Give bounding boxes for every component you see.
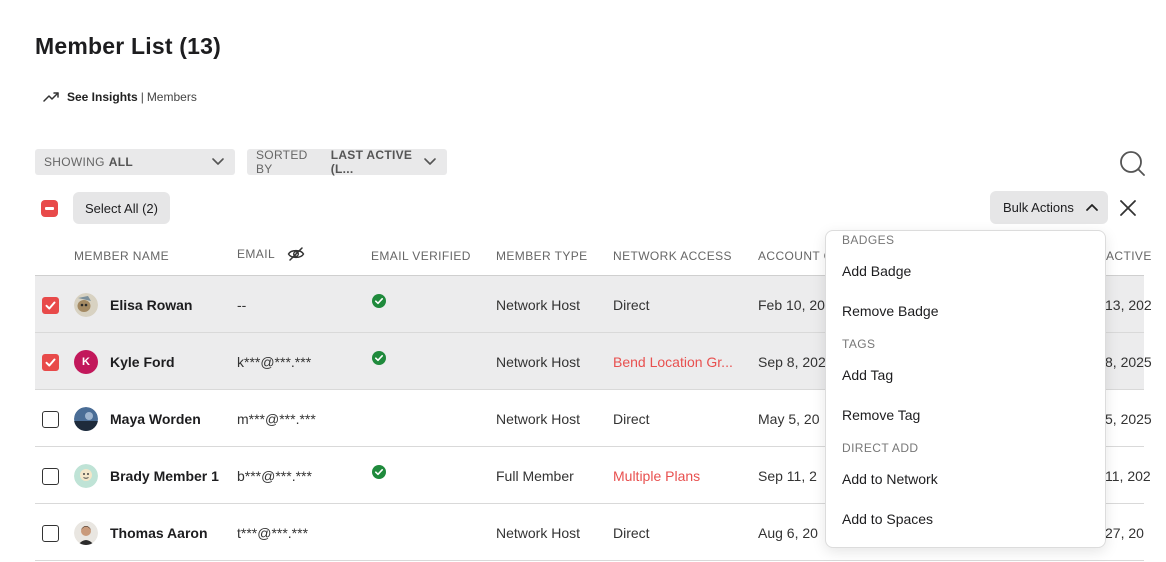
member-name[interactable]: Thomas Aaron [110,525,208,541]
check-circle-icon [372,294,386,308]
menu-section-direct-add: DIRECT ADD [842,441,919,455]
bulk-actions-menu: BADGES Add Badge Remove Badge TAGS Add T… [825,230,1106,548]
row-checkbox[interactable] [42,411,59,428]
member-email: b***@***.*** [237,468,312,484]
network-access: Direct [613,525,650,541]
page-title: Member List (13) [35,33,221,59]
network-access-link[interactable]: Multiple Plans [613,468,700,484]
member-name[interactable]: Elisa Rowan [110,297,192,313]
eye-off-icon[interactable] [287,246,305,262]
account-created: Sep 11, 2 [758,468,817,484]
avatar [74,407,98,431]
avatar [74,521,98,545]
insights-breadcrumb: See Insights | Members [43,90,197,104]
avatar: K [74,350,98,374]
close-icon[interactable] [1117,197,1139,219]
row-checkbox[interactable] [42,297,59,314]
trend-up-icon [43,92,59,102]
avatar [74,293,98,317]
last-active: 8, 2025 [1105,354,1152,370]
row-checkbox[interactable] [42,468,59,485]
sort-value: LAST ACTIVE (L... [330,148,413,176]
column-header-email-verified[interactable]: EMAIL VERIFIED [371,249,471,263]
chevron-up-icon [1086,204,1098,211]
member-name[interactable]: Brady Member 1 [110,468,219,484]
sort-dropdown[interactable]: SORTED BY LAST ACTIVE (L... [247,148,447,176]
account-created: Feb 10, 20 [758,297,825,313]
network-access: Direct [613,297,650,313]
bulk-actions-label: Bulk Actions [1003,200,1074,215]
breadcrumb-members: Members [146,90,197,104]
see-insights-link[interactable]: See Insights [67,90,138,104]
check-circle-icon [372,465,386,479]
last-active: 13, 202 [1105,297,1152,313]
last-active: 5, 2025 [1105,411,1152,427]
bulk-actions-button[interactable]: Bulk Actions [990,191,1108,224]
breadcrumb-separator: | [140,90,144,104]
member-type: Network Host [496,354,581,370]
member-email: m***@***.*** [237,411,316,427]
last-active: 27, 20 [1105,525,1144,541]
chevron-down-icon [424,158,436,165]
member-type: Network Host [496,411,581,427]
menu-item-add-tag[interactable]: Add Tag [842,367,893,383]
search-icon[interactable] [1118,149,1146,177]
row-checkbox[interactable] [42,354,59,371]
account-created: Aug 6, 20 [758,525,818,541]
avatar [74,464,98,488]
check-icon [45,358,56,367]
last-active: 11, 202 [1105,468,1151,484]
menu-section-badges: BADGES [842,233,895,247]
menu-item-remove-badge[interactable]: Remove Badge [842,303,939,319]
network-access: Direct [613,411,650,427]
member-name[interactable]: Maya Worden [110,411,201,427]
check-icon [45,301,56,310]
column-header-last-active[interactable]: ACTIVE [1106,249,1152,263]
member-name[interactable]: Kyle Ford [110,354,175,370]
menu-section-tags: TAGS [842,337,876,351]
select-all-checkbox[interactable] [41,200,58,217]
column-header-network-access[interactable]: NETWORK ACCESS [613,249,732,263]
showing-filter-prefix: SHOWING [44,155,105,169]
chevron-down-icon [212,158,224,165]
column-header-email[interactable]: EMAIL [237,247,275,261]
member-type: Network Host [496,525,581,541]
member-email: -- [237,297,247,313]
column-header-member-type[interactable]: MEMBER TYPE [496,249,588,263]
row-checkbox[interactable] [42,525,59,542]
menu-item-remove-tag[interactable]: Remove Tag [842,407,920,423]
select-all-button[interactable]: Select All (2) [73,192,170,224]
showing-filter-dropdown[interactable]: SHOWING ALL [35,149,235,175]
member-email: t***@***.*** [237,525,309,541]
menu-item-add-to-spaces[interactable]: Add to Spaces [842,511,933,527]
member-type: Network Host [496,297,581,313]
account-created: Sep 8, 202 [758,354,826,370]
column-header-member-name[interactable]: MEMBER NAME [74,249,169,263]
menu-item-add-badge[interactable]: Add Badge [842,263,911,279]
network-access-link[interactable]: Bend Location Gr... [613,354,733,370]
column-header-account-created[interactable]: ACCOUNT C [758,249,833,263]
member-email: k***@***.*** [237,354,312,370]
menu-item-add-to-network[interactable]: Add to Network [842,471,938,487]
check-circle-icon [372,351,386,365]
showing-filter-value: ALL [108,155,133,169]
sort-prefix: SORTED BY [256,148,308,176]
member-type: Full Member [496,468,574,484]
account-created: May 5, 20 [758,411,820,427]
